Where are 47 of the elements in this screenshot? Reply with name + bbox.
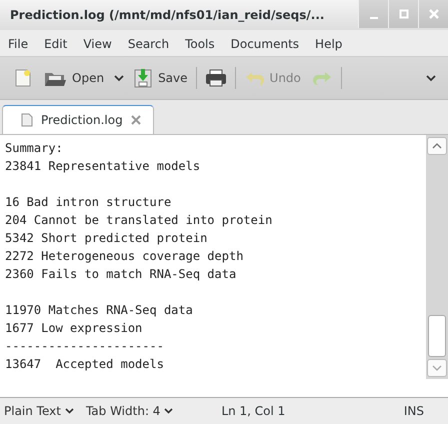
undo-icon [244,70,264,86]
text-line: 204 Cannot be translated into protein [5,213,272,227]
cursor-position: Ln 1, Col 1 [221,404,286,418]
redo-icon [312,70,333,86]
caret-icon [164,408,174,414]
scroll-up-icon[interactable] [432,143,442,149]
open-button[interactable]: Open [40,66,108,90]
menu-item[interactable]: Documents [230,37,300,51]
menu-item[interactable]: Edit [44,37,68,51]
save-icon [134,68,152,88]
text-line: 11970 Matches RNA-Seq data [5,303,193,317]
minimize-icon [370,17,378,19]
document-icon [21,113,33,127]
text-line: 23841 Representative models [5,159,200,173]
text-line: ---------------------- [5,339,164,353]
text-line: 1677 Low expression [5,321,142,335]
text-line: 5342 Short predicted protein [5,231,208,245]
new-document-icon [14,68,32,88]
caret-icon [114,74,124,82]
text-line: 16 Bad intron structure [5,195,172,209]
document-tab[interactable]: Prediction.log [2,105,154,134]
scroll-down-icon[interactable] [432,365,442,371]
menu-item[interactable]: Tools [185,37,215,51]
minimize-button[interactable] [358,0,388,28]
printer-icon [204,69,227,87]
text-line: 2360 Fails to match RNA-Seq data [5,267,236,281]
text-line: 2272 Heterogeneous coverage depth [5,249,244,263]
caret-icon [64,408,74,414]
insert-mode: INS [404,404,424,418]
close-button[interactable] [418,0,448,28]
menu-item[interactable]: Search [128,37,170,51]
text-line: Summary: [5,141,63,155]
save-button[interactable]: Save [130,65,192,91]
menu-item[interactable]: File [8,37,28,51]
scrollbar[interactable] [426,135,448,379]
caret-icon [426,74,436,82]
menu-item[interactable]: Help [315,37,342,51]
maximize-icon [398,9,408,19]
scroll-thumb[interactable] [428,315,446,357]
close-tab-icon[interactable] [130,115,141,125]
tab-width-dropdown[interactable]: Tab Width: 4 [86,404,174,418]
text-line: 13647 Accepted models [5,357,164,371]
language-dropdown[interactable]: Plain Text [4,404,74,418]
menu-item[interactable]: View [83,37,112,51]
maximize-button[interactable] [388,0,418,28]
close-icon [428,9,438,19]
window-title: Prediction.log (/mnt/md/nfs01/ian_reid/seqs/... [10,8,326,22]
